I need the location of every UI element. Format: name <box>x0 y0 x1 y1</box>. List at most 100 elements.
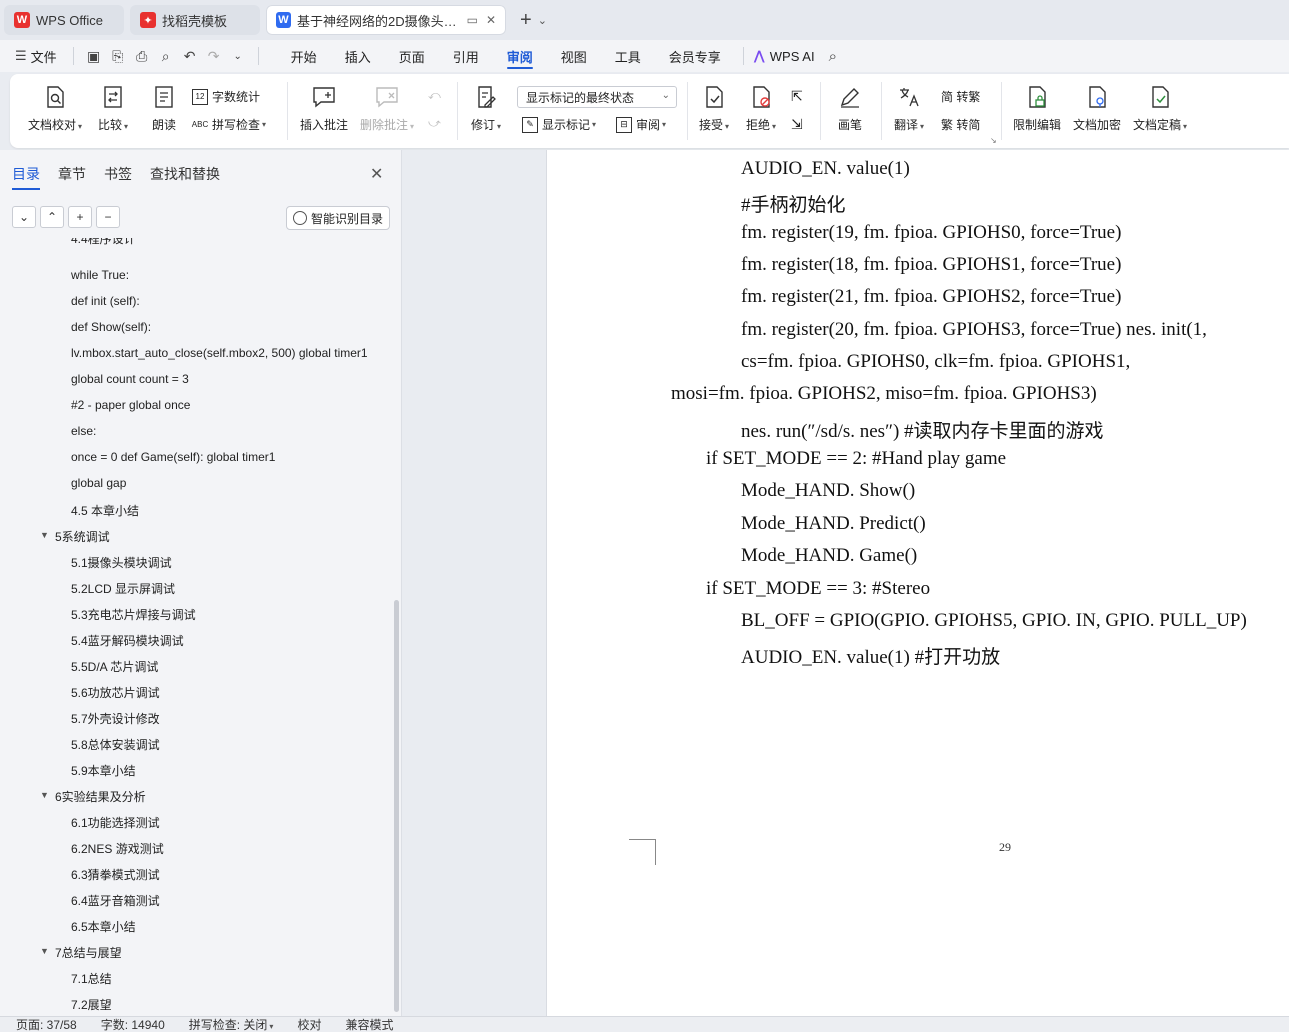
toc-item[interactable]: 6.3猜拳模式测试 <box>71 866 381 883</box>
minus-icon[interactable]: − <box>96 206 120 228</box>
collapse-icon[interactable]: ▼ <box>40 946 49 956</box>
print-preview-icon[interactable]: ⌕ <box>155 45 177 67</box>
save-icon[interactable]: ▣ <box>83 45 105 67</box>
toc-item[interactable]: 6.4蓝牙音箱测试 <box>71 892 381 909</box>
chevron-up-icon[interactable]: ⌃ <box>40 206 64 228</box>
document-page[interactable]: AUDIO_EN. value(1) #手柄初始化 fm. register(1… <box>547 150 1289 1016</box>
insert-comment-button[interactable]: 插入批注 <box>300 84 348 133</box>
toc-item[interactable]: def init (self): <box>71 294 381 308</box>
new-tab-icon[interactable]: + <box>520 9 532 32</box>
toc-item[interactable]: 5.1摄像头模块调试 <box>71 554 381 571</box>
toc-item[interactable]: 5.6功放芯片调试 <box>71 684 381 701</box>
file-menu[interactable]: 文件 <box>31 47 57 66</box>
chevron-down-icon[interactable]: ⌄ <box>227 45 249 67</box>
menu-start[interactable]: 开始 <box>277 40 331 72</box>
restrict-edit-button[interactable]: 限制编辑 <box>1013 84 1061 133</box>
toc-item[interactable]: 4.4程序设计 <box>71 238 381 247</box>
prev-comment-icon[interactable]: ⤺ <box>428 88 441 103</box>
toc-item[interactable]: 6.2NES 游戏测试 <box>71 840 381 857</box>
collapse-icon[interactable]: ▼ <box>40 790 49 800</box>
tab-wps-office[interactable]: W WPS Office <box>4 5 124 35</box>
spell-check-button[interactable]: ABC 拼写检查 ▾ <box>192 116 266 133</box>
translate-button[interactable]: 翻译 ▾ <box>894 84 924 133</box>
toc-item[interactable]: while True: <box>71 268 381 282</box>
menu-view[interactable]: 视图 <box>547 40 601 72</box>
toc-item[interactable]: 6.1功能选择测试 <box>71 814 381 831</box>
doc-check-button[interactable]: 文档校对 ▾ <box>28 84 82 133</box>
menu-references[interactable]: 引用 <box>439 40 493 72</box>
toc-item[interactable]: 6实验结果及分析 <box>55 788 375 805</box>
toc-item[interactable]: 5.7外壳设计修改 <box>71 710 381 727</box>
page-indicator[interactable]: 页面: 37/58 <box>16 1016 77 1032</box>
finalize-button[interactable]: 文档定稿 ▾ <box>1133 84 1187 133</box>
spell-check-indicator[interactable]: 拼写检查: 关闭 ▾ <box>189 1016 274 1032</box>
toc-item[interactable]: 6.5本章小结 <box>71 918 381 935</box>
tab-toc[interactable]: 目录 <box>12 164 40 190</box>
close-tab-icon[interactable]: ✕ <box>486 13 496 27</box>
prev-change-icon[interactable]: ⇱ <box>791 88 803 105</box>
markup-mode-dropdown[interactable]: 显示标记的最终状态 ⌄ <box>517 86 677 108</box>
screen-icon[interactable]: ▭ <box>467 13 478 27</box>
word-count-button[interactable]: 12 字数统计 <box>192 88 260 105</box>
search-icon[interactable]: ⌕ <box>829 48 837 65</box>
review-pane-button[interactable]: ⊟ 审阅 ▾ <box>616 116 666 133</box>
tab-bookmarks[interactable]: 书签 <box>104 164 132 190</box>
encrypt-button[interactable]: 文档加密 <box>1073 84 1121 133</box>
close-icon[interactable]: ✕ <box>370 164 383 184</box>
tab-sections[interactable]: 章节 <box>58 164 86 190</box>
show-markup-button[interactable]: ✎ 显示标记 ▾ <box>522 116 596 133</box>
menu-tools[interactable]: 工具 <box>601 40 655 72</box>
tab-docer-templates[interactable]: ✦ 找稻壳模板 <box>130 5 260 35</box>
menu-insert[interactable]: 插入 <box>331 40 385 72</box>
wps-ai-button[interactable]: ⋀ WPS AI <box>752 40 829 72</box>
toc-item[interactable]: 5系统调试 <box>55 528 375 545</box>
collapse-icon[interactable]: ▼ <box>40 530 49 540</box>
toc-item[interactable]: 5.9本章小结 <box>71 762 381 779</box>
next-change-icon[interactable]: ⇲ <box>791 116 803 133</box>
toc-item[interactable]: lv.mbox.start_auto_close(self.mbox2, 500… <box>71 346 381 360</box>
chevron-down-icon[interactable]: ⌄ <box>12 206 36 228</box>
undo-icon[interactable]: ↶ <box>179 45 201 67</box>
chevron-down-icon[interactable]: ⌄ <box>538 14 547 27</box>
toc-item[interactable]: once = 0 def Game(self): global timer1 <box>71 450 381 464</box>
group-expand-icon[interactable]: ↘ <box>990 136 997 145</box>
toc-item[interactable]: 5.2LCD 显示屏调试 <box>71 580 381 597</box>
compare-button[interactable]: 比较 ▾ <box>98 84 128 133</box>
menu-page[interactable]: 页面 <box>385 40 439 72</box>
toc-item[interactable]: global gap <box>71 476 381 490</box>
word-count-indicator[interactable]: 字数: 14940 <box>101 1016 165 1032</box>
to-traditional-button[interactable]: 简 转繁 <box>941 88 980 105</box>
toc-item[interactable]: 5.8总体安装调试 <box>71 736 381 753</box>
proofread-indicator[interactable]: 校对 <box>297 1016 321 1032</box>
toc-item[interactable]: else: <box>71 424 381 438</box>
toc-item[interactable]: 5.3充电芯片焊接与调试 <box>71 606 381 623</box>
next-comment-icon[interactable]: ⤻ <box>428 116 441 131</box>
redo-icon[interactable]: ↷ <box>203 45 225 67</box>
toc-item[interactable]: 4.5 本章小结 <box>71 502 381 519</box>
reject-button[interactable]: 拒绝 ▾ <box>746 84 776 133</box>
menu-member[interactable]: 会员专享 <box>655 40 735 72</box>
toc-item[interactable]: 7总结与展望 <box>55 944 375 961</box>
accept-button[interactable]: 接受 ▾ <box>699 84 729 133</box>
delete-comment-button[interactable]: 删除批注 ▾ <box>360 84 414 133</box>
scrollbar[interactable] <box>394 600 399 1012</box>
plus-icon[interactable]: + <box>68 206 92 228</box>
revise-button[interactable]: 修订 ▾ <box>471 84 501 133</box>
print-icon[interactable]: ⎙ <box>131 45 153 67</box>
tab-document[interactable]: W 基于神经网络的2D摄像头手势 ▭ ✕ <box>266 5 506 35</box>
tab-find-replace[interactable]: 查找和替换 <box>150 164 220 190</box>
toc-item[interactable]: 7.1总结 <box>71 970 381 987</box>
pen-button[interactable]: 画笔 <box>837 84 863 133</box>
to-simplified-button[interactable]: 繁 转简 <box>941 116 980 133</box>
toc-item[interactable]: 5.4蓝牙解码模块调试 <box>71 632 381 649</box>
export-icon[interactable]: ⎘ <box>107 45 129 67</box>
menu-review[interactable]: 审阅 <box>493 40 547 72</box>
smart-toc-button[interactable]: 智能识别目录 <box>286 206 390 230</box>
toc-item[interactable]: global count count = 3 <box>71 372 381 386</box>
toc-item[interactable]: def Show(self): <box>71 320 381 334</box>
toc-item[interactable]: 7.2展望 <box>71 996 381 1013</box>
toc-item[interactable]: 5.5D/A 芯片调试 <box>71 658 381 675</box>
toc-item[interactable]: #2 - paper global once <box>71 398 381 412</box>
hamburger-icon[interactable]: ☰ <box>15 45 27 67</box>
read-aloud-button[interactable]: 朗读 <box>151 84 177 133</box>
